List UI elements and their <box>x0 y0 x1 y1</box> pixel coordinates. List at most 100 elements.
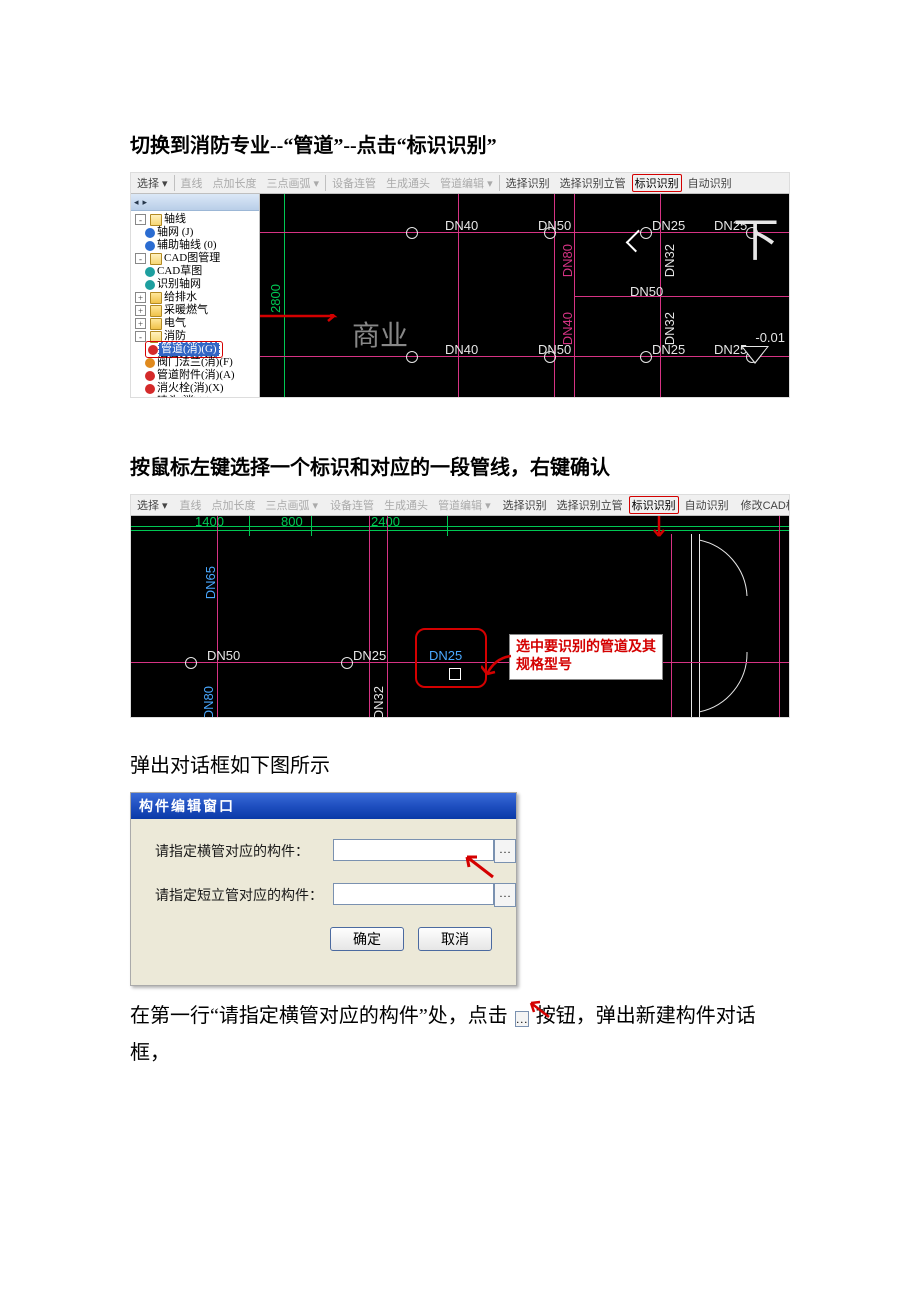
toolbar-select[interactable]: 选择 <box>137 175 159 191</box>
dim-2800: 2800 <box>268 284 283 313</box>
label-dn32: DN32 <box>662 312 677 345</box>
toolbar-1: 选择 ▾ 直线 点加长度 三点画弧 ▾ 设备连管 生成通头 管道编辑 ▾ 选择识… <box>131 173 789 194</box>
toolbar-select-id-riser[interactable]: 选择识别立管 <box>553 497 627 513</box>
toolbar-select-id-riser[interactable]: 选择识别立管 <box>556 175 630 191</box>
cad-canvas-1[interactable]: DN40 DN50 DN25 DN25 DN50 DN40 DN50 DN25 … <box>260 194 789 397</box>
toolbar-line[interactable]: 直线 <box>177 175 207 191</box>
grid-icon <box>145 241 155 251</box>
toolbar-select-id[interactable]: 选择识别 <box>502 175 554 191</box>
dim-2400: 2400 <box>371 516 400 529</box>
tree-aux-axis[interactable]: 辅助轴线 (0) <box>157 239 217 252</box>
dim-1400: 1400 <box>195 516 224 529</box>
label-dn65: DN65 <box>203 566 218 599</box>
pick-cursor-icon <box>449 668 461 680</box>
toolbar-gen[interactable]: 生成通头 <box>382 175 434 191</box>
toolbar-dim[interactable]: 点加长度 <box>209 175 261 191</box>
cancel-button[interactable]: 取消 <box>418 927 492 951</box>
valve-icon <box>145 358 155 368</box>
project-tree-pane: ◂▸ -轴线 轴网 (J) 辅助轴线 (0) -CAD图管理 CAD草图 识别轴… <box>131 194 260 397</box>
grid-icon <box>145 228 155 238</box>
label-dn40v: DN40 <box>560 312 575 345</box>
text-commerce: 商业 <box>352 314 408 354</box>
dialog-title: 构件编辑窗口 <box>131 793 516 819</box>
toolbar-2: 选择 ▾ 直线 点加长度 三点画弧 ▾ 设备连管 生成通头 管道编辑 ▾ 选择识… <box>131 495 789 516</box>
toolbar-devset[interactable]: 设备连管 <box>326 497 378 513</box>
tree-id-axis[interactable]: 识别轴网 <box>157 278 201 291</box>
ok-button[interactable]: 确定 <box>330 927 404 951</box>
toolbar-gen[interactable]: 生成通头 <box>380 497 432 513</box>
label-dn25: DN25 <box>652 218 685 233</box>
annotation-arrow-icon <box>260 314 354 349</box>
screenshot-1: 选择 ▾ 直线 点加长度 三点画弧 ▾ 设备连管 生成通头 管道编辑 ▾ 选择识… <box>130 172 790 398</box>
tree-hvac[interactable]: 采暖燃气 <box>164 304 208 317</box>
folder-icon <box>150 318 162 330</box>
toolbar-label-id[interactable]: 标识识别 <box>629 496 679 514</box>
toolbar-label-id[interactable]: 标识识别 <box>632 174 682 192</box>
tree-header: ◂▸ <box>131 194 259 211</box>
label-dn32: DN32 <box>662 244 677 277</box>
toolbar-select[interactable]: 选择 <box>137 497 159 513</box>
folder-open-icon <box>150 253 162 265</box>
dialog-row2-input[interactable] <box>333 883 494 905</box>
hydrant-icon <box>145 384 155 394</box>
toolbar-select-id[interactable]: 选择识别 <box>499 497 551 513</box>
tree-root[interactable]: 轴线 <box>164 213 186 226</box>
inline-browse-button-icon: … <box>515 999 529 1035</box>
door-arc-icon <box>699 536 779 606</box>
tree-valve[interactable]: 阀门法兰(消)(F) <box>157 356 233 369</box>
annotation-arrow-icon <box>651 516 667 542</box>
annotation-arrow-icon <box>457 851 497 881</box>
instruction-2: 按鼠标左键选择一个标识和对应的一段管线，右键确认 <box>130 450 790 486</box>
tree-axis[interactable]: 轴网 (J) <box>157 226 193 239</box>
screenshot-2: 选择 ▾ 直线 点加长度 三点画弧 ▾ 设备连管 生成通头 管道编辑 ▾ 选择识… <box>130 494 790 718</box>
toolbar-edit[interactable]: 管道编辑 <box>440 175 484 191</box>
tree-hydrant[interactable]: 消火栓(消)(X) <box>157 382 224 395</box>
fitting-icon <box>145 371 155 381</box>
dialog-row2-browse-button[interactable]: … <box>494 883 516 907</box>
folder-icon <box>150 292 162 304</box>
tree-sprinkler[interactable]: 喷头(消)(P) <box>157 395 211 397</box>
instruction-3: 弹出对话框如下图所示 <box>130 748 790 784</box>
tree-cad-img[interactable]: CAD草图 <box>157 265 202 278</box>
tree-elec[interactable]: 电气 <box>164 317 186 330</box>
folder-icon <box>150 305 162 317</box>
label-dn80: DN80 <box>560 244 575 277</box>
dialog-row1-browse-button[interactable]: … <box>494 839 516 863</box>
tree-pipe-selected[interactable]: 管道(消)(G) <box>158 342 220 357</box>
folder-open-icon <box>150 214 162 226</box>
label-elev: -0.01 <box>755 330 785 345</box>
net-icon <box>145 280 155 290</box>
toolbar-edit-cad-label[interactable]: 修改CAD标注 <box>737 497 789 513</box>
instruction-4: 在第一行“请指定横管对应的构件”处，点击 … 按钮，弹出新建构件对话框， <box>130 998 790 1071</box>
cad-canvas-2[interactable]: 1400 800 2400 DN65 DN50 DN25 <box>131 516 789 717</box>
door-arc-icon <box>699 636 779 716</box>
dialog-row1-label: 请指定横管对应的构件： <box>155 841 325 861</box>
toolbar-line[interactable]: 直线 <box>176 497 206 513</box>
triangle-icon <box>741 346 769 364</box>
label-dn50: DN50 <box>207 648 240 663</box>
label-dn50: DN50 <box>538 218 571 233</box>
toolbar-auto-id[interactable]: 自动识别 <box>681 497 733 513</box>
text-down: 下 <box>733 204 779 270</box>
tree-fitting[interactable]: 管道附件(消)(A) <box>157 369 235 382</box>
tree-cad-mgr[interactable]: CAD图管理 <box>164 252 220 265</box>
draft-icon <box>145 267 155 277</box>
label-dn25: DN25 <box>353 648 386 663</box>
toolbar-devset[interactable]: 设备连管 <box>328 175 380 191</box>
dialog-component-edit: 构件编辑窗口 请指定横管对应的构件： … 请指定短立管对应的构件： … 确定 取… <box>130 792 517 986</box>
label-dn32: DN32 <box>371 686 386 717</box>
dialog-row2-label: 请指定短立管对应的构件： <box>155 885 325 905</box>
label-dn50: DN50 <box>630 284 663 299</box>
toolbar-edit[interactable]: 管道编辑 <box>438 497 482 513</box>
toolbar-auto-id[interactable]: 自动识别 <box>684 175 736 191</box>
toolbar-arc[interactable]: 三点画弧 <box>266 497 310 513</box>
label-dn40: DN40 <box>445 342 478 357</box>
tree-water[interactable]: 给排水 <box>164 291 197 304</box>
instruction-1: 切换到消防专业--“管道”--点击“标识识别” <box>130 128 790 164</box>
annotation-arrow-icon <box>481 652 515 682</box>
dim-800: 800 <box>281 516 303 529</box>
label-dn80: DN80 <box>201 686 216 717</box>
toolbar-dim[interactable]: 点加长度 <box>208 497 260 513</box>
pipe-icon <box>148 345 158 355</box>
toolbar-arc[interactable]: 三点画弧 <box>267 175 311 191</box>
